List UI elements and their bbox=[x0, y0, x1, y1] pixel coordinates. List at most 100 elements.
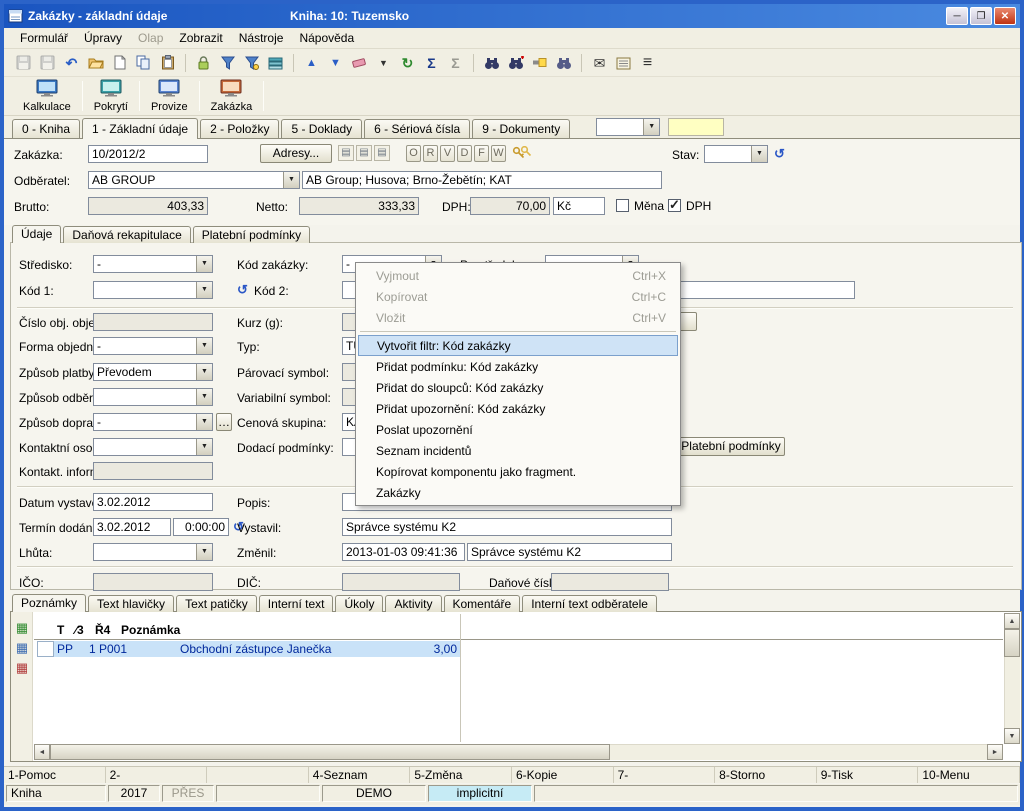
tab-interni-text[interactable]: Interní text bbox=[259, 595, 334, 612]
flag-o-button[interactable]: O bbox=[406, 145, 421, 162]
quick-filter-combo[interactable] bbox=[596, 118, 660, 136]
scroll-right-icon[interactable]: ► bbox=[987, 744, 1003, 760]
tab-text-hlavicky[interactable]: Text hlavičky bbox=[88, 595, 174, 612]
context-menu-item-zakazky[interactable]: Zakázky bbox=[358, 482, 678, 503]
pokryti-button[interactable]: Pokrytí bbox=[85, 77, 137, 115]
chevron-down-icon[interactable] bbox=[751, 146, 767, 162]
chevron-down-icon[interactable] bbox=[196, 389, 212, 405]
fkey-4[interactable]: 4-Seznam bbox=[309, 767, 411, 783]
lock-icon[interactable] bbox=[194, 53, 213, 73]
tab-ukoly[interactable]: Úkoly bbox=[335, 595, 383, 612]
scrollbar-thumb[interactable] bbox=[1004, 629, 1020, 657]
flag-v-button[interactable]: V bbox=[440, 145, 455, 162]
zpusob-dopravy-combo[interactable]: - bbox=[93, 413, 213, 431]
ellipsis-button[interactable]: … bbox=[216, 413, 232, 431]
tab-dokumenty[interactable]: 9 - Dokumenty bbox=[472, 119, 570, 138]
menu-napoveda[interactable]: Nápověda bbox=[291, 29, 362, 47]
context-menu-item-kopirovat-komponentu[interactable]: Kopírovat komponentu jako fragment. bbox=[358, 461, 678, 482]
tab-aktivity[interactable]: Aktivity bbox=[385, 595, 441, 612]
find-all-icon[interactable] bbox=[554, 53, 573, 73]
odberatel-combo[interactable]: AB GROUP bbox=[88, 171, 300, 189]
fkey-6[interactable]: 6-Kopie bbox=[512, 767, 614, 783]
scroll-down-icon[interactable]: ▼ bbox=[1004, 728, 1020, 744]
new-document-icon[interactable] bbox=[110, 53, 129, 73]
scrollbar-thumb[interactable] bbox=[50, 744, 610, 760]
list-view-icon[interactable]: ▤ bbox=[356, 145, 372, 161]
tab-platebni-podminky[interactable]: Platební podmínky bbox=[193, 226, 310, 243]
filter-add-icon[interactable] bbox=[242, 53, 261, 73]
forma-objednavky-combo[interactable]: - bbox=[93, 337, 213, 355]
tab-udaje[interactable]: Údaje bbox=[12, 225, 61, 243]
paste-icon[interactable] bbox=[158, 53, 177, 73]
flag-w-button[interactable]: W bbox=[491, 145, 506, 162]
fkey-7[interactable]: 7- bbox=[614, 767, 716, 783]
tab-danova-rekapitulace[interactable]: Daňová rekapitulace bbox=[63, 226, 190, 243]
termin-dodani-time-field[interactable]: 0:00:00 bbox=[173, 518, 229, 536]
cislo-obj-field[interactable] bbox=[93, 313, 213, 331]
journal-icon[interactable] bbox=[614, 53, 633, 73]
filter-icon[interactable] bbox=[218, 53, 237, 73]
layers-icon[interactable] bbox=[266, 53, 285, 73]
stav-combo[interactable] bbox=[704, 145, 768, 163]
chevron-down-icon[interactable] bbox=[283, 172, 299, 188]
open-folder-icon[interactable] bbox=[86, 53, 105, 73]
termin-dodani-date-field[interactable]: 3.02.2012 bbox=[93, 518, 171, 536]
fkey-5[interactable]: 5-Změna bbox=[410, 767, 512, 783]
vertical-scrollbar[interactable]: ▲ ▼ bbox=[1004, 613, 1020, 744]
menu-list-icon[interactable]: ≡ bbox=[638, 53, 657, 73]
maximize-button[interactable]: ❐ bbox=[970, 7, 992, 25]
adresy-button[interactable]: Adresy... bbox=[260, 144, 332, 163]
delete-note-icon[interactable]: ▦ bbox=[14, 660, 30, 676]
mena-checkbox[interactable] bbox=[616, 199, 629, 212]
kalkulace-button[interactable]: Kalkulace bbox=[14, 77, 80, 115]
tab-interni-text-odberatele[interactable]: Interní text odběratele bbox=[522, 595, 657, 612]
close-button[interactable]: ✕ bbox=[994, 7, 1016, 25]
flag-r-button[interactable]: R bbox=[423, 145, 438, 162]
stredisko-combo[interactable]: - bbox=[93, 255, 213, 273]
fkey-1[interactable]: 1-Pomoc bbox=[4, 767, 106, 783]
chevron-down-icon[interactable] bbox=[196, 338, 212, 354]
fkey-2[interactable]: 2- bbox=[106, 767, 208, 783]
danove-cislo-field[interactable] bbox=[551, 573, 669, 591]
save-all-icon[interactable] bbox=[38, 53, 57, 73]
tab-polozky[interactable]: 2 - Položky bbox=[200, 119, 279, 138]
chevron-down-icon[interactable] bbox=[643, 119, 659, 135]
revert-icon[interactable]: ↺ bbox=[237, 282, 252, 298]
row-selector[interactable] bbox=[37, 641, 54, 657]
menu-formular[interactable]: Formulář bbox=[12, 29, 76, 47]
tab-doklady[interactable]: 5 - Doklady bbox=[281, 119, 362, 138]
list-view-icon[interactable]: ▤ bbox=[374, 145, 390, 161]
flag-d-button[interactable]: D bbox=[457, 145, 472, 162]
fkey-8[interactable]: 8-Storno bbox=[715, 767, 817, 783]
add-note-icon[interactable]: ▦ bbox=[14, 620, 30, 636]
fkey-3[interactable] bbox=[207, 767, 309, 783]
find-icon[interactable] bbox=[482, 53, 501, 73]
highlight-icon[interactable] bbox=[530, 53, 549, 73]
zpusob-platby-combo[interactable]: Převodem bbox=[93, 363, 213, 381]
odberatel-info-field[interactable]: AB Group; Husova; Brno-Žebětín; KAT bbox=[302, 171, 662, 189]
refresh-icon[interactable]: ↻ bbox=[398, 53, 417, 73]
tab-poznamky[interactable]: Poznámky bbox=[12, 594, 86, 612]
undo-icon[interactable]: ↶ bbox=[62, 53, 81, 73]
edit-note-icon[interactable]: ▦ bbox=[14, 640, 30, 656]
fkey-9[interactable]: 9-Tisk bbox=[817, 767, 919, 783]
platebni-podminky-button[interactable]: Platební podmínky bbox=[677, 437, 785, 456]
sum-icon[interactable]: Σ bbox=[422, 53, 441, 73]
context-menu-item-pridat-do-sloupcu[interactable]: Přidat do sloupců: Kód zakázky bbox=[358, 377, 678, 398]
eraser-icon[interactable] bbox=[350, 53, 369, 73]
zakazka-button[interactable]: Zakázka bbox=[202, 77, 262, 115]
context-menu-item-pridat-upozorneni[interactable]: Přidat upozornění: Kód zakázky bbox=[358, 398, 678, 419]
mail-icon[interactable]: ✉ bbox=[590, 53, 609, 73]
kod1-combo[interactable] bbox=[93, 281, 213, 299]
menu-zobrazit[interactable]: Zobrazit bbox=[171, 29, 230, 47]
tab-zakladni-udaje[interactable]: 1 - Základní údaje bbox=[82, 118, 198, 139]
move-down-icon[interactable]: ▼ bbox=[326, 53, 345, 73]
ico-field[interactable] bbox=[93, 573, 213, 591]
flag-f-button[interactable]: F bbox=[474, 145, 489, 162]
save-icon[interactable] bbox=[14, 53, 33, 73]
tab-seriova-cisla[interactable]: 6 - Sériová čísla bbox=[364, 119, 470, 138]
menu-nastroje[interactable]: Nástroje bbox=[231, 29, 292, 47]
chevron-down-icon[interactable] bbox=[196, 282, 212, 298]
list-view-icon[interactable]: ▤ bbox=[338, 145, 354, 161]
find-next-icon[interactable] bbox=[506, 53, 525, 73]
